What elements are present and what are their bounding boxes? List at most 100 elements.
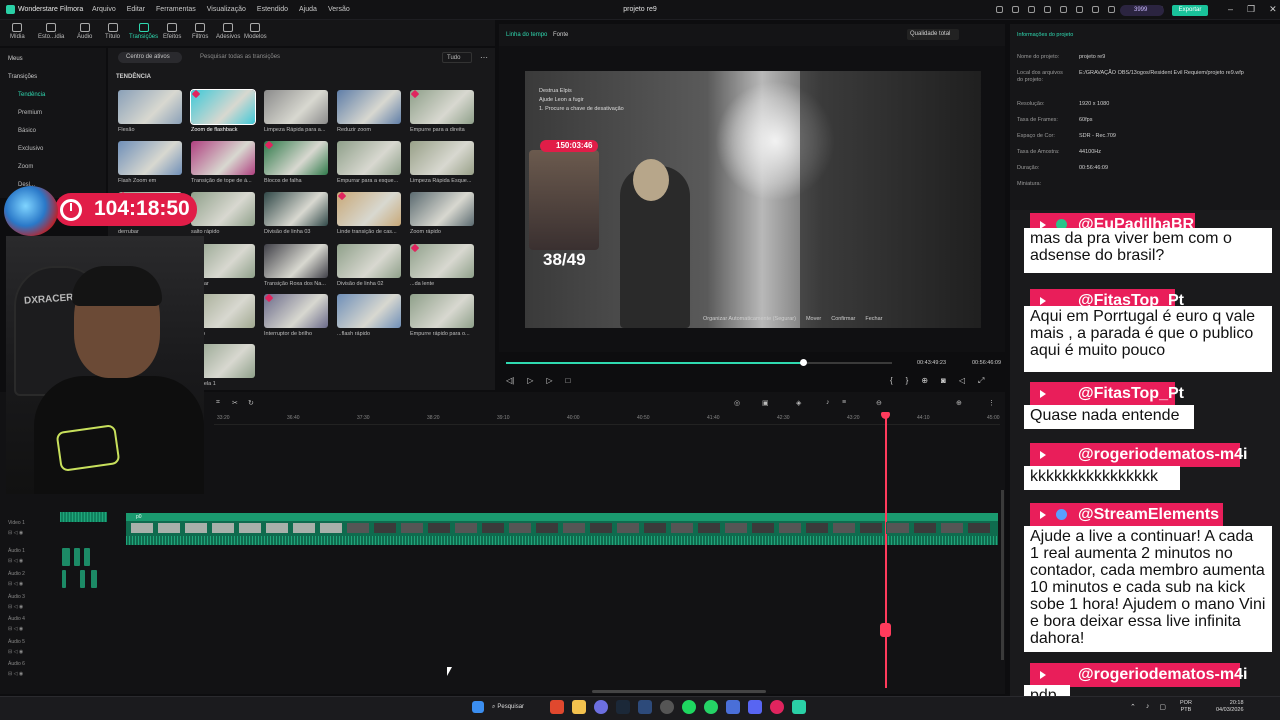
stop-icon[interactable]: □ [566,376,571,385]
restore-icon[interactable]: ❐ [1247,4,1255,15]
quality-dropdown[interactable]: Qualidade total [907,29,959,40]
nav-item-premium[interactable]: Premium [18,110,42,116]
menu-visualizacao[interactable]: Visualização [207,6,246,13]
cloud-icon[interactable] [1044,6,1051,13]
steam-icon[interactable] [616,700,630,714]
track-controls-icon[interactable]: ⊟ ◁ ◉ [8,649,23,655]
track-controls-icon[interactable]: ⊟ ◁ ◉ [8,671,23,677]
minimize-icon[interactable]: – [1228,4,1233,15]
marker-icon[interactable]: ◈ [796,399,801,407]
whatsapp-icon[interactable] [704,700,718,714]
fullscreen-icon[interactable]: ⤢ [978,376,984,386]
monitor-icon[interactable] [1028,6,1035,13]
audio-clip[interactable] [62,570,66,588]
discord-icon[interactable] [748,700,762,714]
transition-thumbnail[interactable] [410,141,474,175]
mic-icon[interactable]: ♪ [826,399,830,406]
search-input[interactable]: Pesquisar todas as transições [200,54,280,60]
filter-dropdown[interactable]: Tudo [442,52,472,63]
filmora-icon[interactable] [792,700,806,714]
audio-mixer-icon[interactable]: ≡ [842,399,846,406]
close-icon[interactable]: ✕ [1269,4,1277,15]
track-controls-icon[interactable]: ⊟ ◁ ◉ [8,604,23,610]
tab-title[interactable]: Título [105,23,120,40]
track-header[interactable]: Áudio 1 [8,548,25,554]
menu-ferramentas[interactable]: Ferramentas [156,6,196,13]
file-explorer-icon[interactable] [572,700,586,714]
audio-clip[interactable] [74,548,80,566]
tab-media[interactable]: Mídia [10,23,25,40]
audio-clip[interactable] [80,570,85,588]
headset-icon[interactable] [1076,6,1083,13]
transition-thumbnail[interactable] [337,244,401,278]
nav-section-meus[interactable]: Meus [8,56,23,62]
grid-icon[interactable] [1060,6,1067,13]
mark-out-icon[interactable]: } [906,376,909,386]
windows-start-icon[interactable] [472,701,484,713]
transition-thumbnail[interactable] [264,244,328,278]
timeline-playhead[interactable] [885,413,887,688]
transition-thumbnail[interactable] [190,89,256,125]
nav-item-exclusivo[interactable]: Exclusivo [18,146,43,152]
tab-templates[interactable]: Modelos [244,23,267,40]
zoom-icon[interactable]: ⊕ [921,376,928,386]
menu-ajuda[interactable]: Ajuda [299,6,317,13]
audio-clip[interactable] [62,548,70,566]
lock-icon[interactable]: ▢ [1159,703,1166,711]
transition-thumbnail[interactable] [410,192,474,226]
transition-thumbnail[interactable] [264,294,328,328]
tab-timeline[interactable]: Linha do tempo [506,32,547,38]
nav-item-basico[interactable]: Básico [18,128,36,134]
profile-icon[interactable] [1108,6,1115,13]
mark-in-icon[interactable]: { [890,376,893,386]
scissors-icon[interactable]: ✂ [232,399,238,407]
transition-thumbnail[interactable] [337,294,401,328]
nav-item-tendencia[interactable]: Tendência [18,92,45,98]
export-button[interactable]: Exportar [1172,5,1208,16]
keyboard-language[interactable]: POR PTB [1180,700,1192,714]
record-icon[interactable]: ▣ [762,399,769,407]
track-header[interactable]: Áudio 5 [8,639,25,645]
transition-thumbnail[interactable] [118,90,182,124]
nav-section-transicoes[interactable]: Transições [8,74,37,80]
tab-transitions[interactable]: Transições [129,23,158,40]
zoom-in-icon[interactable]: ⊕ [956,399,962,407]
track-controls-icon[interactable]: ⊟ ◁ ◉ [8,626,23,632]
tab-effects[interactable]: Efeitos [163,23,181,40]
play-icon[interactable]: ▷ [527,376,533,385]
playback-handle[interactable] [800,359,807,366]
track-controls-icon[interactable]: ⊟ ◁ ◉ [8,530,23,536]
zoom-out-icon[interactable]: ⊖ [876,399,882,407]
timeline-vertical-scrollbar[interactable] [1001,490,1004,660]
asset-center-button[interactable]: Centro de ativos [118,52,182,63]
obs-icon[interactable] [594,700,608,714]
transition-thumbnail[interactable] [118,141,182,175]
play-forward-icon[interactable]: ▷ [546,376,552,385]
transition-thumbnail[interactable] [410,244,474,278]
rotate-icon[interactable]: ↻ [248,399,254,407]
transition-thumbnail[interactable] [337,192,401,226]
previous-frame-icon[interactable]: ◁| [506,376,514,385]
audio-clip[interactable] [84,548,90,566]
timeline-horizontal-scrollbar[interactable] [592,690,766,693]
tab-stickers[interactable]: Adesivos [216,23,240,40]
track-controls-icon[interactable]: ⊟ ◁ ◉ [8,558,23,564]
spotify-icon[interactable] [682,700,696,714]
crop-icon[interactable]: ⌗ [216,399,220,407]
app-icon[interactable] [638,700,652,714]
transition-thumbnail[interactable] [337,141,401,175]
tab-audio[interactable]: Áudio [77,23,92,40]
transition-thumbnail[interactable] [191,141,255,175]
record-app-icon[interactable] [770,700,784,714]
taskbar-search[interactable]: ⌕ Pesquisar [492,704,542,711]
gift-icon[interactable] [1012,6,1019,13]
nav-item-zoom[interactable]: Zoom [18,164,33,170]
mic-icon[interactable]: ♪ [1146,703,1150,711]
snapshot-icon[interactable]: ◙ [941,376,946,386]
transition-thumbnail[interactable] [264,90,328,124]
audio-clip[interactable] [91,570,97,588]
track-header[interactable]: Video 1 [8,520,25,526]
settings-icon[interactable] [660,700,674,714]
vscode-icon[interactable] [726,700,740,714]
playhead-marker[interactable] [880,623,891,637]
